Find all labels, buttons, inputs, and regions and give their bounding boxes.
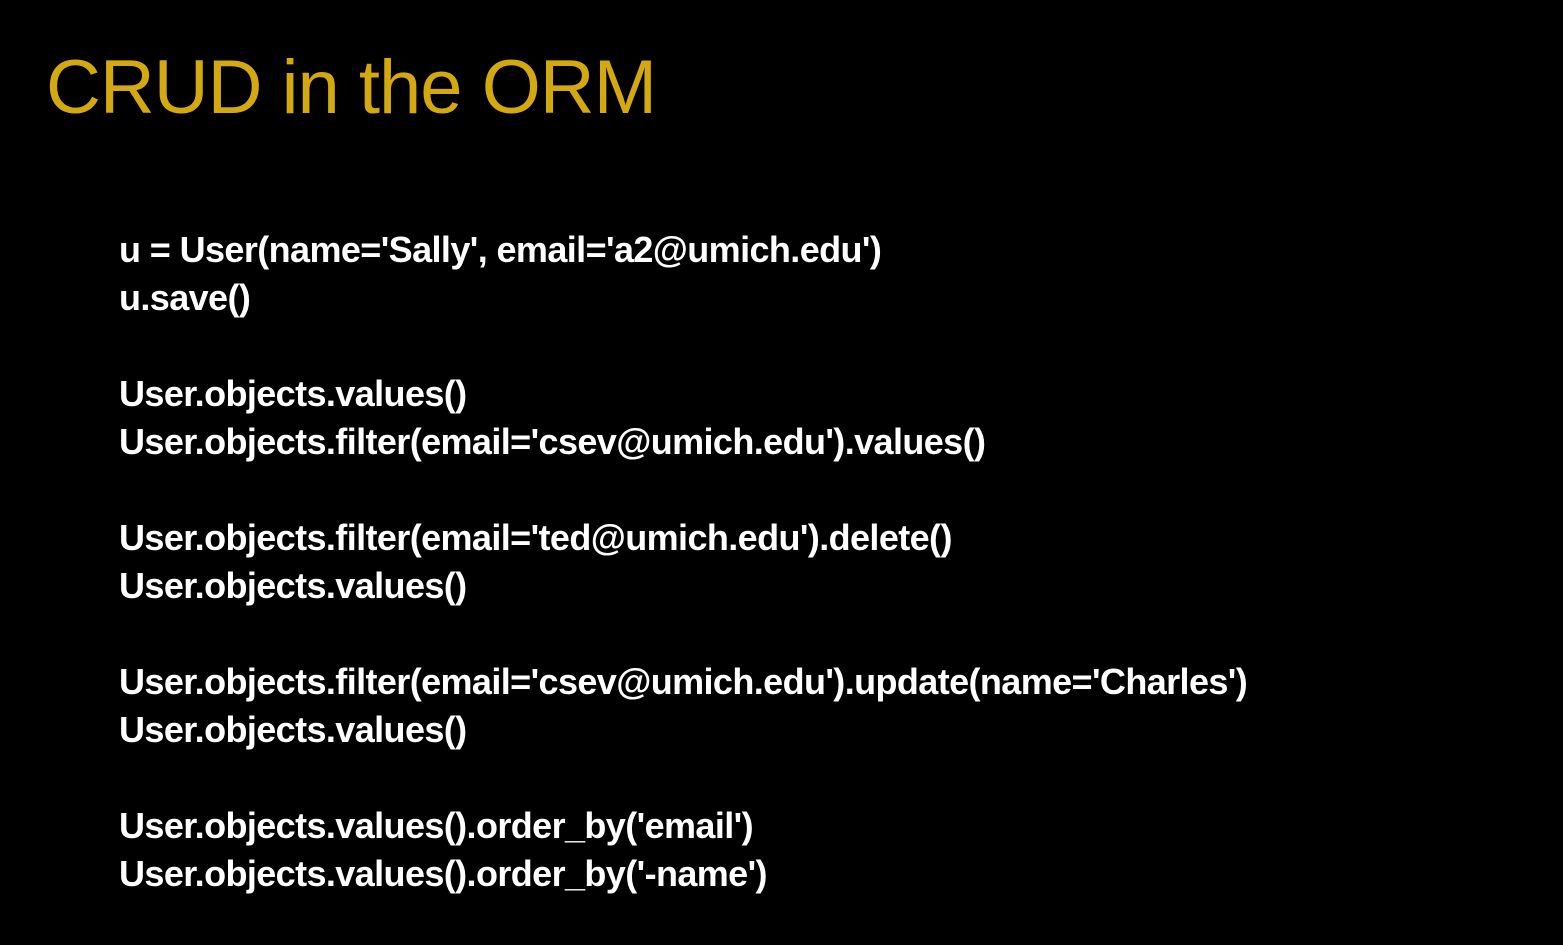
code-line: User.objects.filter(email='csev@umich.ed…	[119, 661, 1248, 702]
code-line: User.objects.values().order_by('-name')	[119, 853, 768, 894]
code-line: User.objects.filter(email='ted@umich.edu…	[119, 517, 952, 558]
code-line: User.objects.values().order_by('email')	[119, 805, 754, 846]
code-line: u = User(name='Sally', email='a2@umich.e…	[119, 229, 882, 270]
code-block: u = User(name='Sally', email='a2@umich.e…	[119, 226, 1248, 898]
code-line: User.objects.filter(email='csev@umich.ed…	[119, 421, 986, 462]
code-line: User.objects.values()	[119, 709, 467, 750]
code-line: User.objects.values()	[119, 373, 467, 414]
code-line: User.objects.values()	[119, 565, 467, 606]
code-line: u.save()	[119, 277, 251, 318]
slide-title: CRUD in the ORM	[46, 45, 657, 130]
